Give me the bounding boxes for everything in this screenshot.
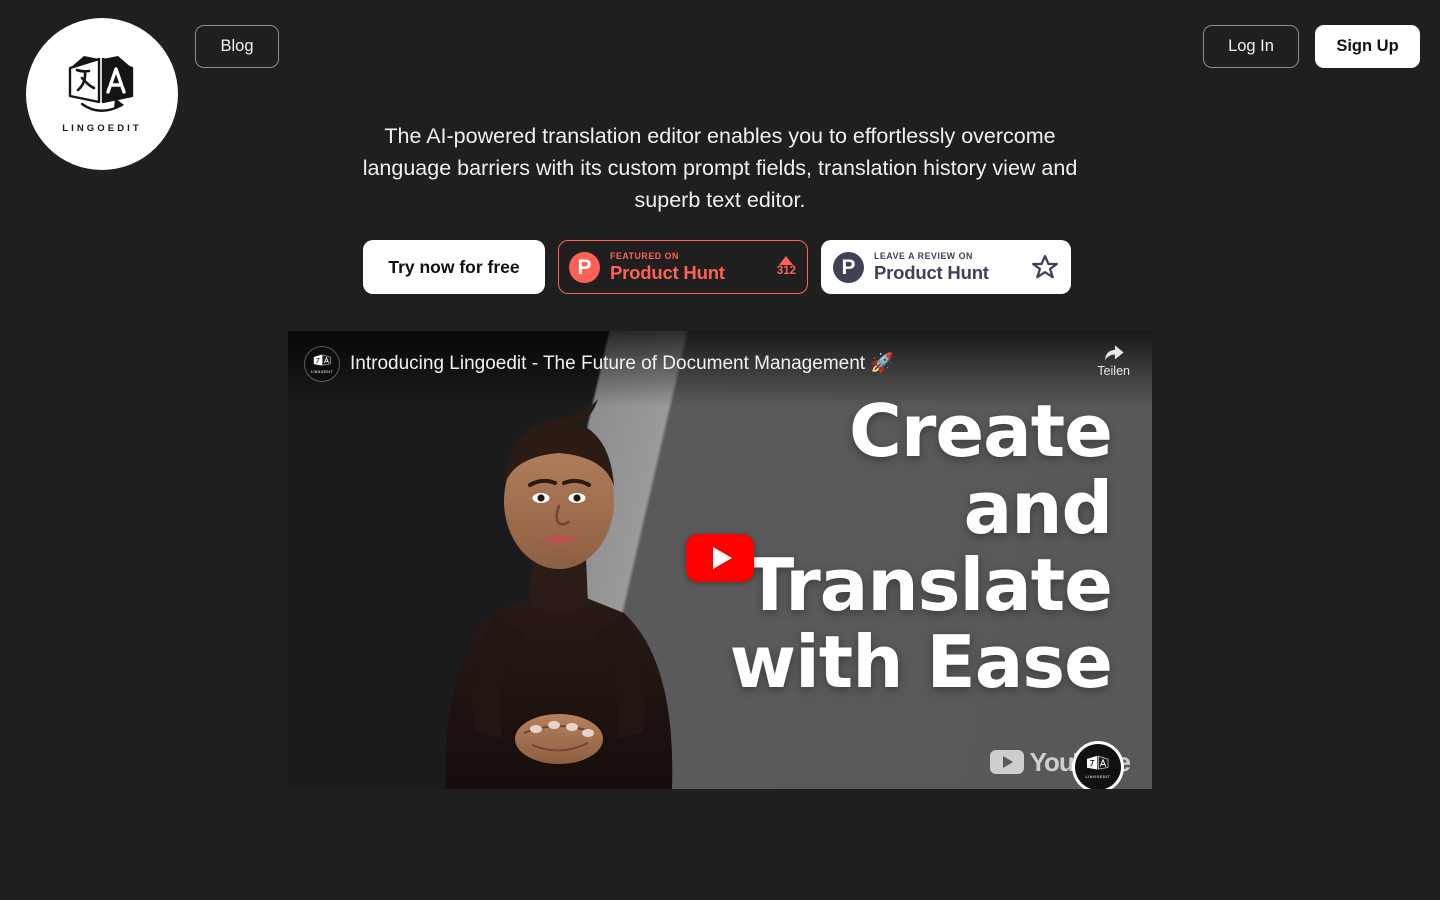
try-now-for-free-button[interactable]: Try now for free [363, 240, 545, 294]
headline-line-4: with Ease [729, 620, 1113, 704]
video-presenter-image [445, 399, 673, 789]
brand-logo[interactable]: LINGOEDIT [26, 18, 178, 170]
product-hunt-review-text: LEAVE A REVIEW ON Product Hunt [874, 251, 1020, 283]
blog-button[interactable]: Blog [195, 25, 279, 68]
product-hunt-featured-brand: Product Hunt [610, 261, 725, 283]
headline-line-2: and [963, 466, 1113, 550]
avatar-inner: LINGOEDIT [1075, 744, 1121, 789]
product-hunt-logo-icon: P [569, 251, 600, 283]
product-hunt-review-brand: Product Hunt [874, 261, 989, 283]
product-hunt-featured-badge[interactable]: P FEATURED ON Product Hunt 312 [558, 240, 808, 294]
cta-row: Try now for free P FEATURED ON Product H… [363, 240, 1071, 294]
translation-pages-icon-small [313, 354, 331, 366]
youtube-logo-icon [989, 750, 1024, 774]
product-hunt-logo-icon-dark: P [833, 251, 864, 283]
play-triangle-icon [712, 547, 732, 569]
product-hunt-upvotes: 312 [777, 256, 796, 278]
product-hunt-featured-kicker: FEATURED ON [610, 250, 679, 261]
video-channel-avatar-icon[interactable]: LINGOEDIT [304, 346, 340, 382]
video-title[interactable]: Introducing Lingoedit - The Future of Do… [350, 351, 894, 375]
share-arrow-icon [1104, 345, 1124, 361]
avatar-wordmark: LINGOEDIT [311, 370, 333, 375]
share-label: Teilen [1097, 364, 1130, 378]
youtube-play-button[interactable] [686, 534, 754, 582]
video-thumbnail-headline: Create and Translate with Ease [729, 393, 1113, 704]
signup-button[interactable]: Sign Up [1315, 25, 1420, 68]
youtube-video-embed[interactable]: Create and Translate with Ease LINGOEDIT… [288, 331, 1152, 789]
star-outline-icon [1030, 253, 1060, 282]
video-channel-avatar-bottom[interactable]: LINGOEDIT [1072, 741, 1124, 789]
translation-pages-icon [68, 56, 134, 113]
product-hunt-review-badge[interactable]: P LEAVE A REVIEW ON Product Hunt [821, 240, 1071, 294]
headline-line-3: Translate [745, 543, 1113, 627]
product-hunt-upvote-count: 312 [776, 265, 796, 278]
triangle-up-icon [779, 256, 794, 266]
landing-page: LINGOEDIT Blog Log In Sign Up The AI-pow… [0, 0, 1440, 900]
product-hunt-featured-text: FEATURED ON Product Hunt [610, 251, 767, 283]
clasped-hands [515, 714, 603, 764]
hero-subheadline: The AI-powered translation editor enable… [362, 124, 1078, 212]
product-hunt-review-kicker: LEAVE A REVIEW ON [874, 250, 973, 261]
login-button[interactable]: Log In [1203, 25, 1299, 68]
avatar-wordmark-bottom: LINGOEDIT [1085, 775, 1111, 780]
video-top-bar: LINGOEDIT Introducing Lingoedit - The Fu… [288, 331, 1152, 407]
brand-wordmark: LINGOEDIT [62, 123, 142, 135]
translation-pages-icon-avatar [1087, 755, 1109, 770]
share-button[interactable]: Teilen [1097, 343, 1130, 378]
